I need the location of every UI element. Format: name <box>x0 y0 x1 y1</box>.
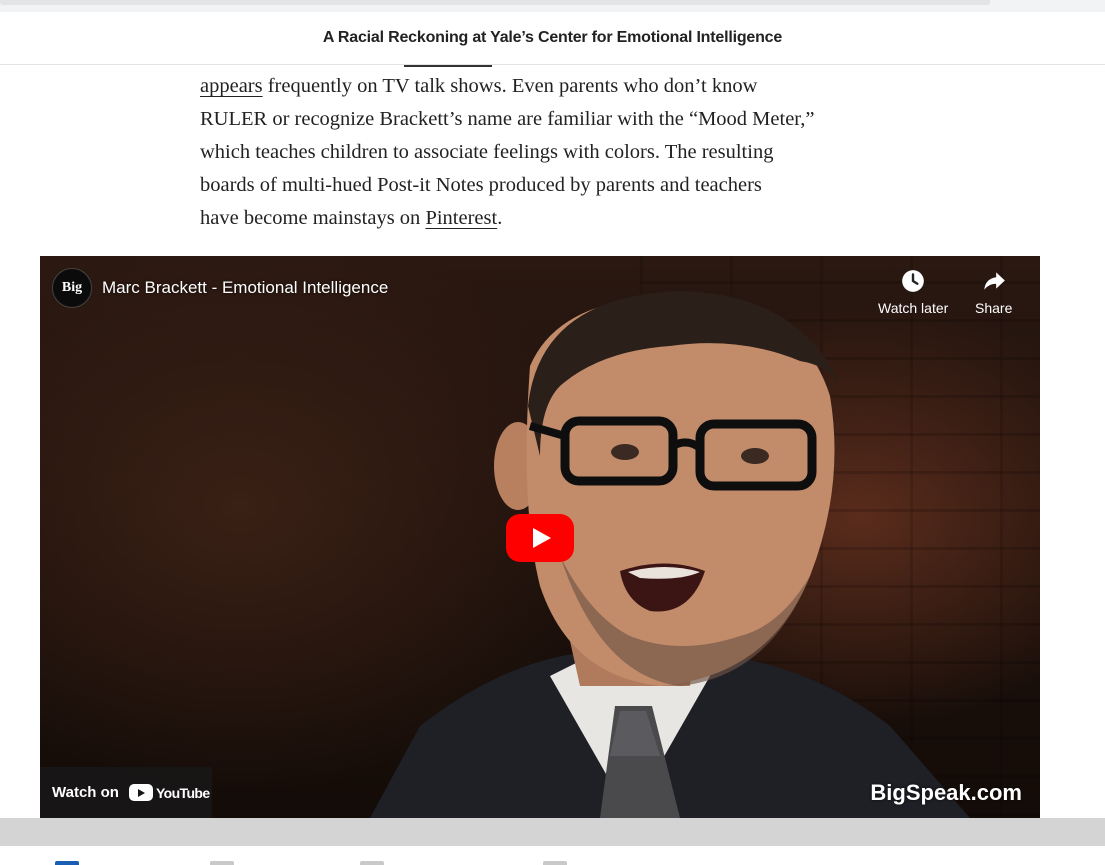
horizontal-scrollbar[interactable] <box>0 0 990 5</box>
article-title: A Racial Reckoning at Yale’s Center for … <box>322 29 783 46</box>
toolbar-item-indicator[interactable] <box>360 861 384 865</box>
paragraph-text: frequently on TV talk shows. Even parent… <box>262 75 758 97</box>
youtube-video-embed[interactable]: Big Marc Brackett - Emotional Intelligen… <box>40 256 1040 818</box>
play-icon <box>533 528 551 548</box>
paragraph-text: . <box>497 207 503 229</box>
channel-avatar-text: Big <box>61 280 83 295</box>
pinterest-link[interactable]: Pinterest <box>425 207 497 229</box>
paragraph-text: RULER or recognize Brackett’s name are f… <box>200 108 815 130</box>
video-watermark: BigSpeak.com <box>870 780 1022 805</box>
toolbar-item-indicator[interactable] <box>210 861 234 865</box>
video-title[interactable]: Marc Brackett - Emotional Intelligence <box>102 278 388 298</box>
share-button[interactable]: Share <box>975 268 1012 316</box>
channel-avatar[interactable]: Big <box>52 268 92 308</box>
article-paragraph: appears frequently on TV talk shows. Eve… <box>200 70 890 235</box>
play-button[interactable] <box>506 514 574 562</box>
watch-later-button[interactable]: Watch later <box>878 268 948 316</box>
bottom-toolbar-peek <box>0 846 1105 865</box>
article-body: appears frequently on TV talk shows. Eve… <box>200 65 890 235</box>
watch-on-label: Watch on <box>52 784 119 801</box>
browser-top-strip <box>0 0 1105 12</box>
share-arrow-icon <box>983 272 1005 290</box>
watch-later-label: Watch later <box>878 300 949 316</box>
toolbar-item-indicator[interactable] <box>55 861 79 865</box>
previous-line-link-underline <box>404 65 492 67</box>
bottom-gray-bar <box>0 818 1105 846</box>
clock-icon <box>902 270 924 292</box>
watch-on-youtube-button[interactable]: Watch on YouTube <box>40 767 212 818</box>
paragraph-text: which teaches children to associate feel… <box>200 141 774 163</box>
appears-link[interactable]: appears <box>200 75 263 97</box>
youtube-wordmark: YouTube <box>155 784 210 801</box>
share-label: Share <box>975 300 1013 316</box>
youtube-play-icon <box>128 784 153 801</box>
paragraph-text: boards of multi-hued Post-it Notes produ… <box>200 174 762 196</box>
paragraph-text: have become mainstays on <box>200 207 426 229</box>
youtube-logo: YouTube <box>128 784 210 801</box>
toolbar-item-indicator[interactable] <box>543 861 567 865</box>
sticky-article-header: A Racial Reckoning at Yale’s Center for … <box>0 12 1105 65</box>
